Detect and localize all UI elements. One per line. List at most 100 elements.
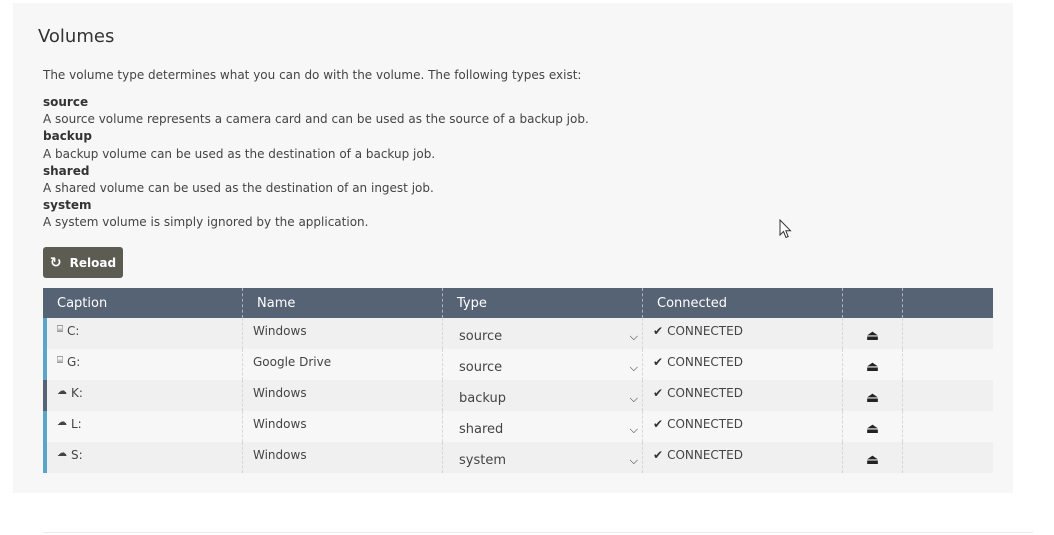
connected-cell: ✔ CONNECTED xyxy=(642,442,842,473)
type-desc-system: A system volume is simply ignored by the… xyxy=(43,215,369,230)
column-header-name[interactable]: Name xyxy=(242,288,442,318)
eject-cell: ⏏ xyxy=(842,349,902,380)
divider xyxy=(43,532,1033,533)
extra-cell xyxy=(902,442,993,473)
drive-icon: ⌸ xyxy=(57,355,63,366)
type-select[interactable]: source ⌵ xyxy=(453,356,642,380)
type-cell: backup ⌵ xyxy=(442,380,642,411)
caption-value: L: xyxy=(71,417,82,431)
chevron-down-icon: ⌵ xyxy=(629,329,638,343)
type-select[interactable]: backup ⌵ xyxy=(453,387,642,411)
table-header: Caption Name Type Connected xyxy=(43,288,993,318)
type-select-value: source xyxy=(459,329,503,344)
extra-cell xyxy=(902,380,993,411)
reload-button[interactable]: ↻ Reload xyxy=(43,247,123,278)
eject-cell: ⏏ xyxy=(842,442,902,473)
chevron-down-icon: ⌵ xyxy=(629,360,638,374)
column-header-extra xyxy=(902,288,993,318)
column-header-connected[interactable]: Connected xyxy=(642,288,842,318)
name-cell: Google Drive xyxy=(242,349,442,380)
table-row: ⌸ C: Windows source ⌵ ✔ CONNECTED ⏏ xyxy=(43,318,993,349)
type-desc-backup: A backup volume can be used as the desti… xyxy=(43,146,436,161)
type-cell: system ⌵ xyxy=(442,442,642,473)
eject-icon[interactable]: ⏏ xyxy=(866,328,879,344)
extra-cell xyxy=(902,349,993,380)
check-icon: ✔ xyxy=(653,417,664,431)
caption-value: K: xyxy=(71,386,83,400)
volumes-panel: Volumes The volume type determines what … xyxy=(13,3,1013,493)
connected-status: CONNECTED xyxy=(667,355,743,369)
intro-text: The volume type determines what you can … xyxy=(43,68,582,82)
column-header-type[interactable]: Type xyxy=(442,288,642,318)
type-term-shared: shared xyxy=(43,163,90,178)
table-row: ⌸ G: Google Drive source ⌵ ✔ CONNECTED ⏏ xyxy=(43,349,993,380)
type-select-value: shared xyxy=(459,422,504,437)
cloud-icon: ☁ xyxy=(57,448,67,459)
type-cell: source ⌵ xyxy=(442,318,642,349)
connected-cell: ✔ CONNECTED xyxy=(642,411,842,442)
eject-cell: ⏏ xyxy=(842,380,902,411)
name-cell: Windows xyxy=(242,411,442,442)
name-cell: Windows xyxy=(242,442,442,473)
check-icon: ✔ xyxy=(653,448,664,462)
caption-value: S: xyxy=(71,448,83,462)
eject-icon[interactable]: ⏏ xyxy=(866,390,879,406)
type-select[interactable]: source ⌵ xyxy=(453,325,642,349)
check-icon: ✔ xyxy=(653,355,664,369)
chevron-down-icon: ⌵ xyxy=(629,453,638,467)
caption-value: C: xyxy=(67,324,80,338)
caption-cell: ☁ L: xyxy=(47,411,242,442)
type-term-backup: backup xyxy=(43,129,92,144)
caption-cell: ⌸ G: xyxy=(47,349,242,380)
type-select-value: system xyxy=(459,453,506,468)
cloud-icon: ☁ xyxy=(57,386,67,397)
connected-status: CONNECTED xyxy=(667,417,743,431)
type-select[interactable]: system ⌵ xyxy=(453,449,642,473)
eject-cell: ⏏ xyxy=(842,318,902,349)
column-header-actions xyxy=(842,288,902,318)
eject-icon[interactable]: ⏏ xyxy=(866,421,879,437)
caption-value: G: xyxy=(67,355,81,369)
connected-cell: ✔ CONNECTED xyxy=(642,318,842,349)
type-cell: source ⌵ xyxy=(442,349,642,380)
check-icon: ✔ xyxy=(653,324,664,338)
type-term-source: source xyxy=(43,95,89,109)
extra-cell xyxy=(902,411,993,442)
page-title: Volumes xyxy=(38,26,115,47)
name-cell: Windows xyxy=(242,318,442,349)
table-row: ☁ S: Windows system ⌵ ✔ CONNECTED ⏏ xyxy=(43,442,993,473)
eject-icon[interactable]: ⏏ xyxy=(866,359,879,375)
chevron-down-icon: ⌵ xyxy=(629,422,638,436)
volumes-table: Caption Name Type Connected ⌸ C: Windows… xyxy=(43,288,993,473)
reload-button-label: Reload xyxy=(69,255,117,270)
check-icon: ✔ xyxy=(653,386,664,400)
chevron-down-icon: ⌵ xyxy=(629,391,638,405)
eject-icon[interactable]: ⏏ xyxy=(866,452,879,468)
cloud-icon: ☁ xyxy=(57,417,67,428)
volume-type-definitions: source A source volume represents a came… xyxy=(43,94,589,232)
extra-cell xyxy=(902,318,993,349)
connected-status: CONNECTED xyxy=(667,448,743,462)
type-select-value: backup xyxy=(459,391,506,406)
connected-status: CONNECTED xyxy=(667,386,743,400)
table-row: ☁ L: Windows shared ⌵ ✔ CONNECTED ⏏ xyxy=(43,411,993,442)
column-header-caption[interactable]: Caption xyxy=(43,288,242,318)
mouse-cursor-icon xyxy=(779,219,792,239)
connected-cell: ✔ CONNECTED xyxy=(642,349,842,380)
type-desc-source: A source volume represents a camera card… xyxy=(43,112,589,127)
name-cell: Windows xyxy=(242,380,442,411)
type-cell: shared ⌵ xyxy=(442,411,642,442)
caption-cell: ☁ K: xyxy=(47,380,242,411)
eject-cell: ⏏ xyxy=(842,411,902,442)
connected-cell: ✔ CONNECTED xyxy=(642,380,842,411)
drive-icon: ⌸ xyxy=(57,324,63,335)
table-row: ☁ K: Windows backup ⌵ ✔ CONNECTED ⏏ xyxy=(43,380,993,411)
refresh-icon: ↻ xyxy=(49,254,62,271)
connected-status: CONNECTED xyxy=(667,324,743,338)
caption-cell: ☁ S: xyxy=(47,442,242,473)
type-desc-shared: A shared volume can be used as the desti… xyxy=(43,181,434,196)
type-select-value: source xyxy=(459,360,503,375)
caption-cell: ⌸ C: xyxy=(47,318,242,349)
type-term-system: system xyxy=(43,198,92,213)
type-select[interactable]: shared ⌵ xyxy=(453,418,642,442)
